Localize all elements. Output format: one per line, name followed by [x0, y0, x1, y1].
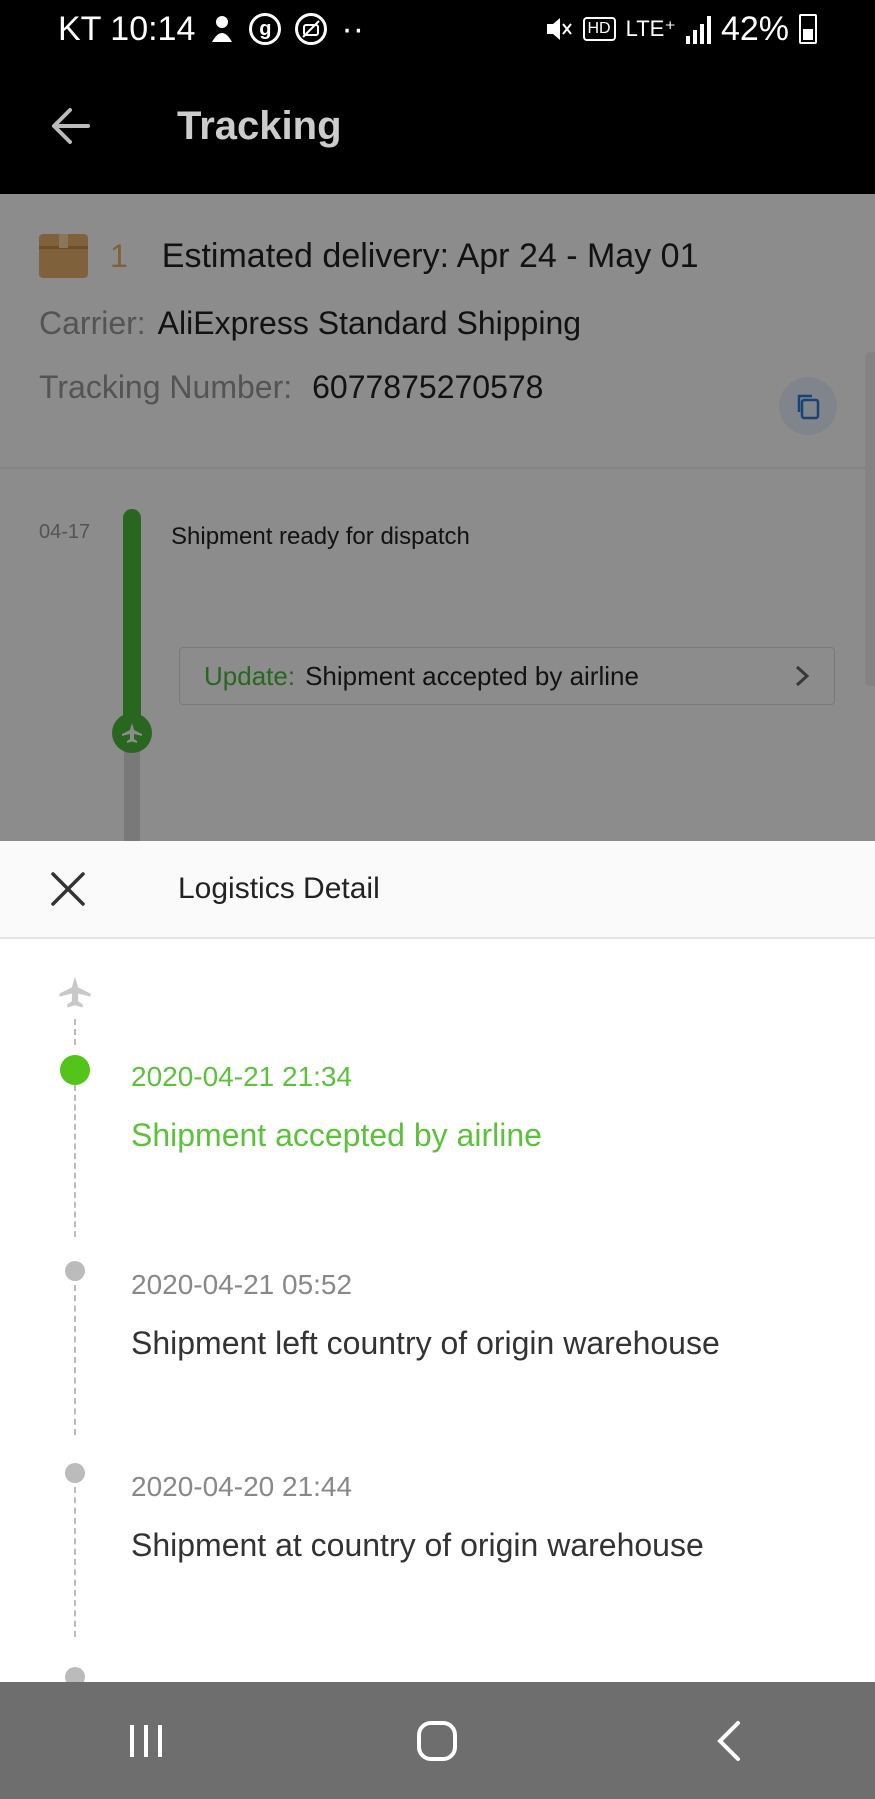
modal-overlay[interactable] — [0, 194, 875, 841]
signal-icon — [685, 14, 711, 44]
sheet-header: Logistics Detail — [0, 841, 875, 939]
event-time: 2020-04-21 21:34 — [131, 1061, 353, 1092]
status-time: KT 10:14 — [58, 9, 196, 48]
lte-icon: LTE⁺ — [625, 16, 676, 41]
status-bar: KT 10:14 g ·· HD LTE⁺ 42% — [0, 0, 875, 58]
nav-back-icon[interactable] — [689, 1701, 769, 1781]
mute-icon — [545, 12, 573, 46]
logistics-sheet: Logistics Detail 2020-04-21 21:34 Shipme… — [0, 841, 875, 1682]
timeline-connector — [74, 1487, 76, 1637]
timeline-connector — [74, 1285, 76, 1435]
event-description: Shipment left country of origin warehous… — [131, 1325, 720, 1361]
plane-icon — [58, 975, 92, 1014]
camera-off-icon — [295, 13, 328, 45]
event-dot — [65, 1667, 85, 1682]
notification-icon — [209, 12, 235, 46]
recent-apps-icon[interactable] — [106, 1701, 186, 1781]
more-notifications-icon: ·· — [341, 9, 365, 48]
home-icon[interactable] — [397, 1701, 477, 1781]
event-dot-active — [60, 1055, 90, 1085]
sheet-title: Logistics Detail — [178, 872, 380, 905]
event-description: Shipment at country of origin warehouse — [131, 1527, 704, 1563]
event-dot — [65, 1261, 85, 1281]
hd-icon: HD — [582, 17, 616, 41]
battery-icon — [799, 14, 817, 44]
timeline-connector — [74, 1085, 76, 1237]
page-title: Tracking — [177, 103, 342, 148]
close-icon[interactable] — [38, 859, 98, 919]
back-arrow-icon[interactable] — [35, 91, 105, 161]
app-g-icon: g — [249, 13, 282, 45]
event-time: 2020-04-20 21:44 — [131, 1471, 353, 1502]
app-bar: Tracking — [0, 58, 875, 194]
timeline-connector — [74, 1019, 76, 1045]
event-description: Shipment accepted by airline — [131, 1117, 542, 1153]
event-time: 2020-04-21 05:52 — [131, 1269, 353, 1300]
battery-percent: 42% — [720, 9, 789, 48]
navigation-bar — [0, 1682, 875, 1799]
event-dot — [65, 1463, 85, 1483]
